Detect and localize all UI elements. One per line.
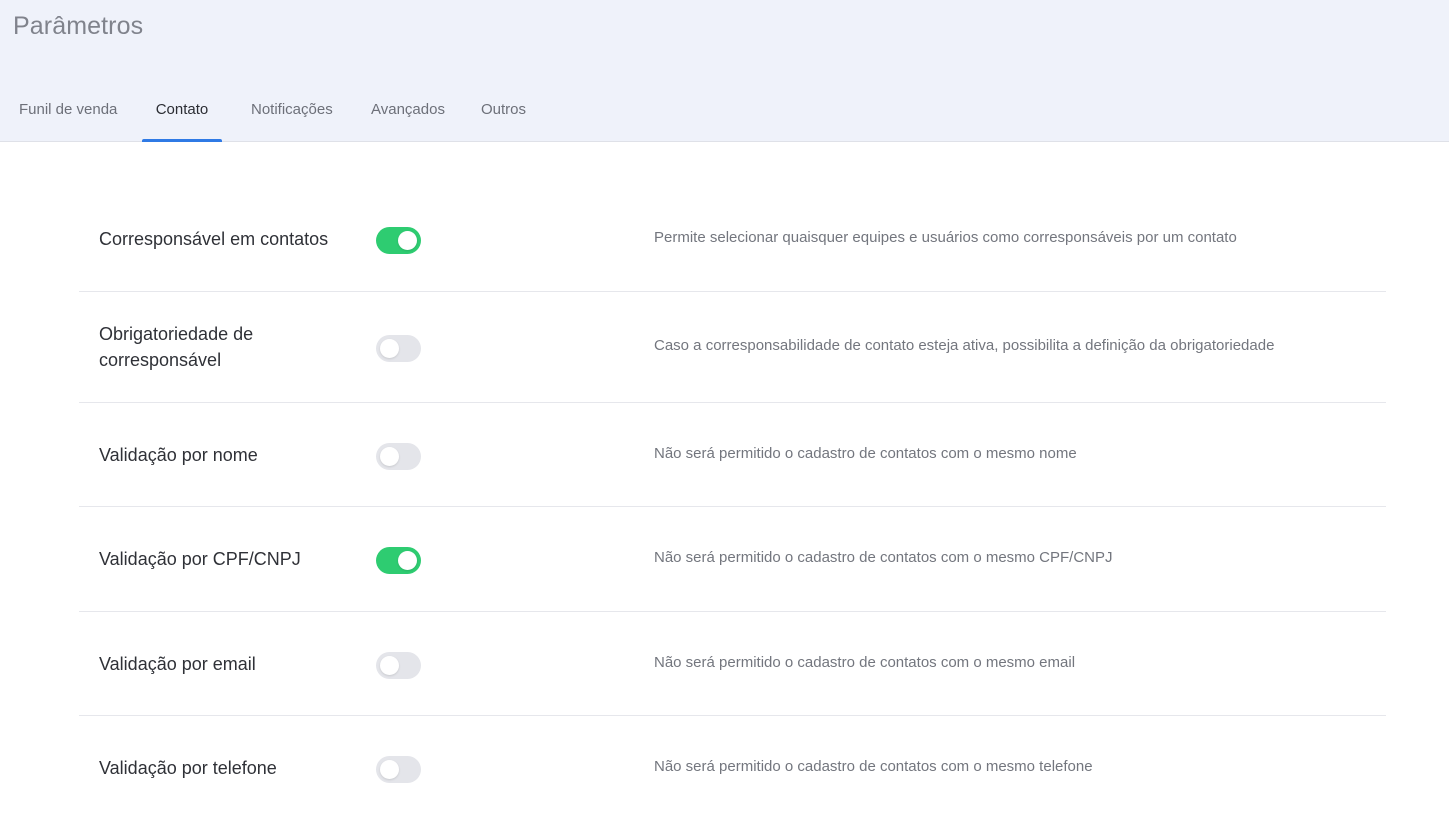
setting-row-validacao-telefone: Validação por telefone Não será permitid… [79,716,1386,820]
tab-label: Funil de venda [19,101,118,118]
toggle-switch[interactable] [376,756,421,783]
tab-contato[interactable]: Contato [142,88,222,142]
setting-description: Permite selecionar quaisquer equipes e u… [654,229,1237,246]
toggle-switch[interactable] [376,443,421,470]
tab-notificacoes[interactable]: Notificações [251,88,333,142]
toggle-knob [380,339,399,358]
toggle-knob [380,760,399,779]
setting-description: Não será permitido o cadastro de contato… [654,549,1113,566]
toggle-switch[interactable] [376,335,421,362]
setting-row-validacao-email: Validação por email Não será permitido o… [79,612,1386,716]
setting-label: Corresponsável em contatos [99,229,329,249]
setting-row-validacao-nome: Validação por nome Não será permitido o … [79,403,1386,507]
setting-row-validacao-cpf-cnpj: Validação por CPF/CNPJ Não será permitid… [79,507,1386,612]
tab-label: Outros [481,101,527,118]
tab-bar: Funil de venda Contato Notificações Avan… [0,88,1449,142]
toggle-knob [398,551,417,570]
setting-description: Não será permitido o cadastro de contato… [654,758,1093,775]
page-header: Parâmetros Funil de venda Contato Notifi… [0,0,1449,142]
setting-description: Não será permitido o cadastro de contato… [654,445,1077,462]
toggle-switch[interactable] [376,547,421,574]
toggle-switch[interactable] [376,652,421,679]
settings-list: Corresponsável em contatos Permite selec… [79,188,1386,820]
toggle-switch[interactable] [376,227,421,254]
setting-label: Validação por nome [99,445,258,465]
setting-description: Não será permitido o cadastro de contato… [654,654,1076,671]
toggle-knob [380,656,399,675]
toggle-knob [398,231,417,250]
active-tab-indicator [142,139,222,142]
setting-row-corresponsavel: Corresponsável em contatos Permite selec… [79,188,1386,292]
tab-label: Notificações [251,101,333,118]
setting-label: Validação por email [99,654,256,674]
tab-funil-de-venda[interactable]: Funil de venda [19,88,117,142]
tab-avancados[interactable]: Avançados [371,88,445,142]
tab-label: Contato [155,101,209,118]
setting-description: Caso a corresponsabilidade de contato es… [654,337,1275,354]
tab-label: Avançados [371,101,445,118]
page-title: Parâmetros [13,12,144,40]
setting-label: Validação por CPF/CNPJ [99,549,301,569]
setting-label: Obrigatoriedade de corresponsável [99,324,254,370]
toggle-knob [380,447,399,466]
tab-outros[interactable]: Outros [481,88,526,142]
setting-row-obrigatoriedade: Obrigatoriedade de corresponsável Caso a… [79,292,1386,403]
setting-label: Validação por telefone [99,758,277,778]
